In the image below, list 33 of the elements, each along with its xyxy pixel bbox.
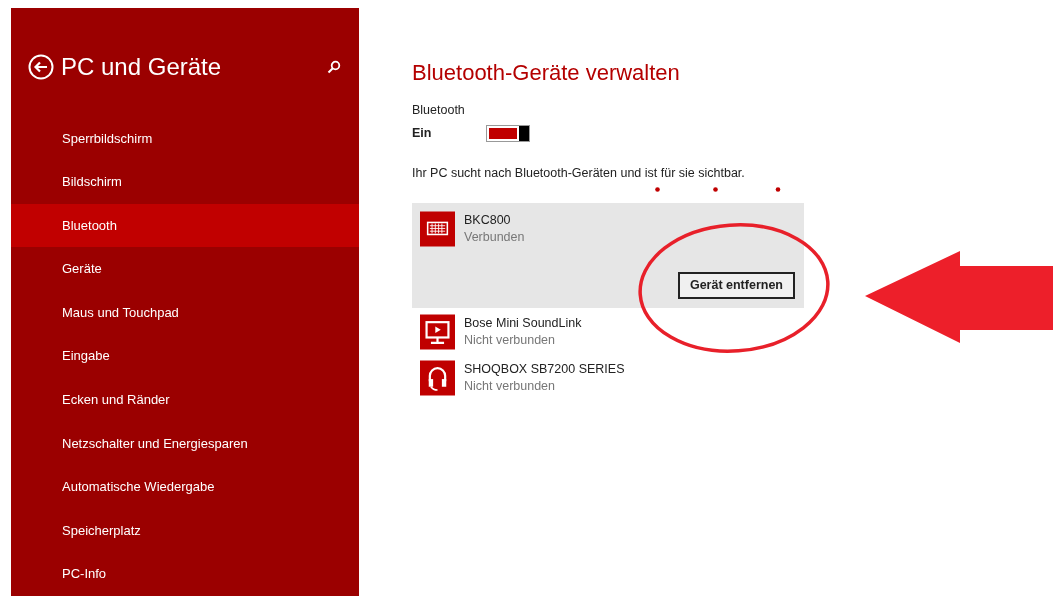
device-name: BKC800	[464, 211, 512, 229]
device-item[interactable]: SHOQBOX SB7200 SERIES Nicht verbunden	[412, 353, 804, 400]
device-name: Bose Mini SoundLink	[464, 314, 582, 332]
sidebar-item[interactable]: Sperrbildschirm	[11, 116, 359, 161]
bluetooth-toggle[interactable]	[486, 125, 530, 143]
device-item[interactable]: BKC800 Verbunden Gerät entfernen	[412, 202, 804, 308]
back-icon[interactable]	[28, 53, 54, 80]
device-status: Nicht verbunden	[464, 377, 557, 395]
sidebar-item[interactable]: Ecken und Ränder	[11, 378, 359, 422]
remove-device-button[interactable]: Gerät entfernen	[677, 271, 795, 299]
sidebar-item[interactable]: Bluetooth	[11, 203, 359, 248]
sidebar-item[interactable]: Netzschalter und Energiesparen	[11, 421, 359, 466]
bluetooth-label: Bluetooth	[412, 102, 466, 119]
sidebar-item[interactable]: Automatische Wiedergabe	[11, 465, 359, 509]
arrow-icon	[864, 250, 1053, 343]
keyboard-icon	[420, 210, 455, 247]
headset-icon	[420, 359, 455, 396]
monitor-icon	[420, 313, 455, 350]
sidebar-item[interactable]: PC-Info	[11, 552, 359, 596]
status-text: Ihr PC sucht nach Bluetooth-Geräten und ist für sie sichtbar.	[412, 164, 746, 182]
sidebar-item[interactable]: Eingabe	[11, 334, 359, 379]
page-title: Bluetooth-Geräte verwalten	[412, 59, 681, 86]
device-name: SHOQBOX SB7200 SERIES	[464, 360, 625, 378]
device-item[interactable]: Bose Mini SoundLink Nicht verbunden	[412, 307, 804, 354]
sidebar-item[interactable]: Bildschirm	[11, 160, 359, 204]
sidebar-item[interactable]: Maus und Touchpad	[11, 290, 359, 335]
device-status: Nicht verbunden	[464, 331, 557, 349]
search-icon[interactable]	[327, 59, 341, 74]
device-status: Verbunden	[464, 228, 525, 246]
sidebar-item[interactable]: Geräte	[11, 247, 359, 291]
toggle-state: Ein	[412, 125, 433, 143]
sidebar-title: PC und Geräte	[61, 51, 223, 82]
sidebar-item[interactable]: Speicherplatz	[11, 508, 359, 553]
